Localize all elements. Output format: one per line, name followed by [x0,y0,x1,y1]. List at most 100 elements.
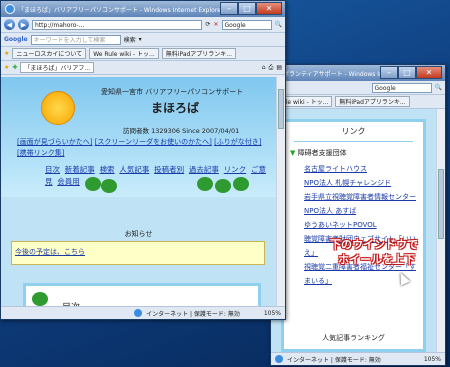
nav-link-archive[interactable]: 過去記事 [189,165,219,174]
favorite-label: ニューロスカイについて [16,51,83,58]
accessibility-links: [画面が見づらいかたへ] [スクリーンリーダをお使いのかたへ] [ふりがな付き]… [17,137,265,159]
back-browser-window[interactable]: ボランティアサポート - Windows Internet Explorer –… [270,64,446,366]
access-link[interactable]: [スクリーンリーダをお使いのかたへ] [95,138,212,146]
favorites-star-icon[interactable]: ★ [4,50,9,57]
access-link[interactable]: [画面が見づらいかたへ] [17,138,92,146]
back-search-icon[interactable]: 🔍 [435,84,442,91]
home-icon[interactable]: ⌂ [262,64,266,71]
front-search-box[interactable]: Google [221,19,272,30]
back-window-title: ボランティアサポート - Windows Internet Explorer [283,70,380,78]
tree-illustration [85,177,101,191]
back-tab-2-label: 無料iPadアプリランキ... [339,99,406,106]
print-icon[interactable]: ⎙ [269,64,274,72]
front-status-text: インターネット | 保護モード: 無効 [146,310,240,318]
add-favorite-icon[interactable]: ✚ [12,64,17,71]
visitor-counter: 訪問者数 1329306 Since 2007/04/01 [123,127,240,135]
favorite-item[interactable]: We Rule wiki - トッ... [89,48,159,59]
favorite-item[interactable]: ニューロスカイについて [12,48,87,59]
page-menu-icon[interactable]: ▤ [276,64,282,71]
front-page-content[interactable]: 愛知県一宮市 バリアフリーパソコンサポート まほろば 訪問者数 1329306 … [1,77,285,306]
instruction-callout: 下のウインドウで ホイールを上下 [330,237,418,267]
link-item[interactable]: NPO法人 札幌チャレンジド [304,179,391,187]
back-close-button[interactable]: ✕ [416,66,442,79]
front-minimize-button[interactable]: – [220,2,238,15]
back-status-text: インターネット | 保護モード: 無効 [287,356,381,364]
forward-nav-button[interactable]: ▶ [18,19,29,30]
front-tab-label: 「まほろば」バリアフ... [24,65,91,72]
notice-title: お知らせ [124,230,153,238]
link-item[interactable]: 名古屋ライトハウス [304,165,367,173]
tree-illustration [101,179,117,193]
callout-line-1: 下のウインドウで [330,238,418,251]
back-scrollbar-thumb[interactable] [438,169,444,239]
link-item[interactable]: NPO法人 あすば [304,207,356,215]
back-minimize-button[interactable]: – [380,66,398,79]
front-tab-bar: ★ ✚ 「まほろば」バリアフ... ⌂ ⎙ ▤ [1,61,285,75]
access-link[interactable]: [携帯リンク集] [17,149,64,157]
back-title-bar[interactable]: ボランティアサポート - Windows Internet Explorer –… [271,65,445,81]
front-address-bar: ◀ ▶ http://mahoro-... ⟳ ✕ Google 🔍 [1,17,285,33]
refresh-icon[interactable]: ⟳ [205,21,210,28]
stop-icon[interactable]: ✕ [213,21,218,28]
back-tab-bar: Rule wiki - トッ... 無料iPadアプリランキ... [271,95,445,109]
site-title: まほろば [151,101,200,115]
back-zoom-level[interactable]: 105% [424,356,441,363]
notice-link[interactable]: 今後の予定は、こちら [15,248,85,256]
address-input[interactable]: http://mahoro-... [32,19,203,30]
sun-illustration [41,91,75,125]
nav-link-author[interactable]: 投稿者別 [154,165,184,174]
back-search-box[interactable]: Google [371,82,432,93]
nav-link-links[interactable]: リンク [224,165,247,174]
tree-bullet-icon: ▼ [290,149,296,157]
google-search-input[interactable]: キーワードを入力して検索 [30,34,121,45]
favorite-label: We Rule wiki - トッ... [93,51,155,58]
site-subtitle: 愛知県一宮市 バリアフリーパソコンサポート [101,88,244,96]
front-browser-window[interactable]: 「まほろば」バリアフリーパソコンサポート - Windows Internet … [0,0,286,320]
link-item[interactable]: 岩手県立視聴覚障害者情報センター [304,193,416,201]
front-zoom-level[interactable]: 105% [264,310,281,317]
google-go-button[interactable]: 検索 [124,35,136,44]
back-section-label: ▼ 障碍者支援団体 [290,148,417,158]
link-item[interactable]: ゆうあいネットPOVOL [304,221,377,229]
access-link[interactable]: [ふりがな付き] [214,138,261,146]
internet-zone-icon [134,309,143,317]
google-logo: Google [4,36,28,43]
google-toolbar: Google キーワードを入力して検索 検索 ▾ [1,33,285,47]
back-nav-button[interactable]: ◀ [4,19,15,30]
front-maximize-button[interactable]: □ [238,2,256,15]
tree-illustration [32,292,48,306]
front-title-bar[interactable]: 「まほろば」バリアフリーパソコンサポート - Windows Internet … [1,1,285,17]
front-active-tab[interactable]: 「まほろば」バリアフ... [20,62,95,73]
front-scrollbar[interactable] [276,77,285,306]
back-links-heading: リンク [294,122,413,142]
favorite-item[interactable]: 無料iPadアプリランキ... [161,48,237,59]
front-status-bar: インターネット | 保護モード: 無効 105% [1,306,285,319]
back-content-panel: リンク ▼ 障碍者支援団体 名古屋ライトハウス NPO法人 札幌チャレンジド 岩… [281,119,426,352]
internet-zone-icon [275,355,283,363]
tree-illustration [215,179,231,193]
nav-link-toc[interactable]: 目次 [45,165,60,174]
nav-link-search[interactable]: 検索 [100,165,115,174]
favorites-center-icon[interactable]: ★ [4,64,9,71]
back-tab-2[interactable]: 無料iPadアプリランキ... [335,96,410,107]
front-scrollbar-thumb[interactable] [278,89,284,129]
back-bottom-heading: 人気記事ランキング [322,334,385,342]
google-options-icon[interactable]: ▾ [139,36,142,43]
back-page-content[interactable]: リンク ▼ 障碍者支援団体 名古屋ライトハウス NPO法人 札幌チャレンジド 岩… [271,109,445,352]
nav-link-new[interactable]: 新着記事 [65,165,95,174]
favorites-bar: ★ ニューロスカイについて We Rule wiki - トッ... 無料iPa… [1,47,285,61]
back-maximize-button[interactable]: □ [398,66,416,79]
favorite-label: 無料iPadアプリランキ... [165,51,233,58]
back-status-bar: インターネット | 保護モード: 無効 105% [271,352,445,365]
front-close-button[interactable]: ✕ [256,2,282,15]
nav-link-popular[interactable]: 人気記事 [119,165,149,174]
ie-logo-icon [5,4,15,14]
tree-illustration [197,177,213,191]
back-scrollbar[interactable] [436,109,445,352]
tree-illustration [233,177,249,191]
nav-link-members[interactable]: 会員用 [57,177,80,186]
front-search-icon[interactable]: 🔍 [275,21,282,28]
toc-panel: 目次 [23,283,261,306]
back-search-bar: Google 🔍 [271,81,445,95]
front-window-title: 「まほろば」バリアフリーパソコンサポート - Windows Internet … [18,6,220,14]
